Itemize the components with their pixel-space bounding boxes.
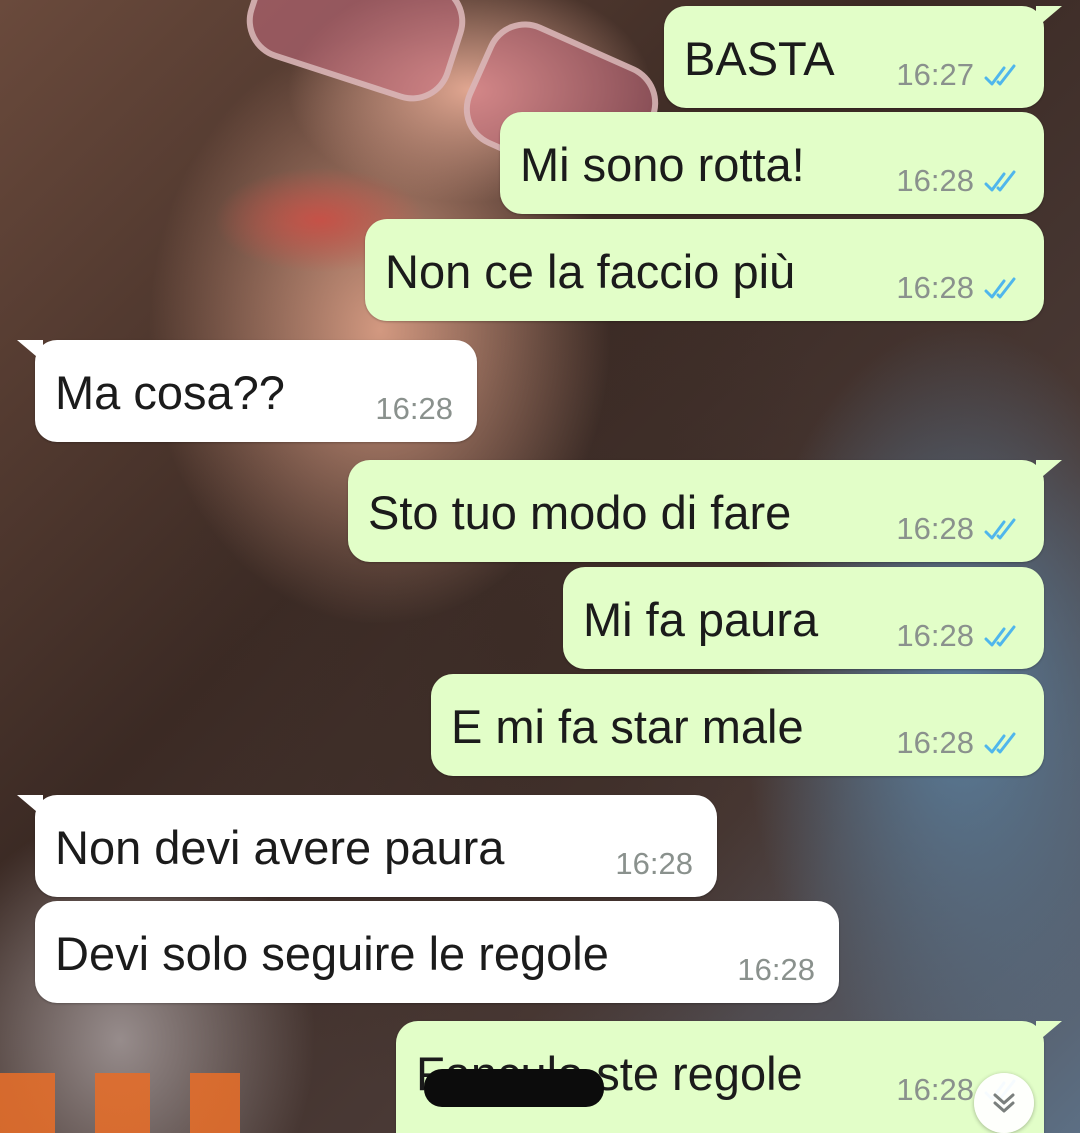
double-check-icon bbox=[984, 64, 1016, 86]
message-time: 16:28 bbox=[737, 952, 815, 987]
message-time: 16:28 bbox=[375, 391, 453, 426]
message-time: 16:28 bbox=[896, 1072, 974, 1107]
bubble-tail bbox=[1036, 1021, 1062, 1043]
message-text: BASTA bbox=[684, 32, 835, 85]
outgoing-message[interactable]: Mi fa paura 16:28 bbox=[563, 567, 1044, 669]
outgoing-message[interactable]: BASTA 16:27 bbox=[664, 6, 1062, 108]
message-text: Non ce la faccio più bbox=[385, 245, 796, 298]
message-text: Mi sono rotta! bbox=[520, 138, 805, 191]
bubble-tail bbox=[17, 340, 43, 362]
redaction-mark bbox=[424, 1069, 604, 1107]
incoming-message[interactable]: Ma cosa?? 16:28 bbox=[17, 340, 477, 442]
bubble-tail bbox=[1036, 6, 1062, 28]
double-chevron-down-icon bbox=[993, 1093, 1015, 1113]
outgoing-message[interactable]: E mi fa star male 16:28 bbox=[431, 674, 1044, 776]
message-text: Devi solo seguire le regole bbox=[55, 927, 609, 980]
double-check-icon bbox=[984, 170, 1016, 192]
message-text: Sto tuo modo di fare bbox=[368, 486, 792, 539]
message-time: 16:28 bbox=[896, 511, 974, 546]
incoming-message[interactable]: Devi solo seguire le regole 16:28 bbox=[35, 901, 839, 1003]
bubble-tail bbox=[1036, 460, 1062, 482]
message-time: 16:28 bbox=[896, 163, 974, 198]
outgoing-message[interactable]: Sto tuo modo di fare 16:28 bbox=[348, 460, 1062, 562]
message-time: 16:28 bbox=[615, 846, 693, 881]
message-list[interactable]: BASTA 16:27 Mi sono rotta! 16:28 Non ce … bbox=[0, 0, 1080, 1133]
outgoing-message[interactable]: Fanculo ste regole 16:28 bbox=[396, 1021, 1062, 1133]
double-check-icon bbox=[984, 277, 1016, 299]
incoming-message[interactable]: Non devi avere paura 16:28 bbox=[17, 795, 717, 897]
bubble-tail bbox=[17, 795, 43, 817]
message-text: E mi fa star male bbox=[451, 700, 804, 753]
outgoing-message[interactable]: Non ce la faccio più 16:28 bbox=[365, 219, 1044, 321]
double-check-icon bbox=[984, 518, 1016, 540]
message-time: 16:27 bbox=[896, 57, 974, 92]
double-check-icon bbox=[984, 732, 1016, 754]
message-time: 16:28 bbox=[896, 618, 974, 653]
message-text: Non devi avere paura bbox=[55, 821, 505, 874]
message-time: 16:28 bbox=[896, 270, 974, 305]
message-text: Mi fa paura bbox=[583, 593, 819, 646]
double-check-icon bbox=[984, 625, 1016, 647]
outgoing-message[interactable]: Mi sono rotta! 16:28 bbox=[500, 112, 1044, 214]
message-text: Ma cosa?? bbox=[55, 366, 285, 419]
scroll-to-bottom-button[interactable] bbox=[974, 1073, 1034, 1133]
message-time: 16:28 bbox=[896, 725, 974, 760]
